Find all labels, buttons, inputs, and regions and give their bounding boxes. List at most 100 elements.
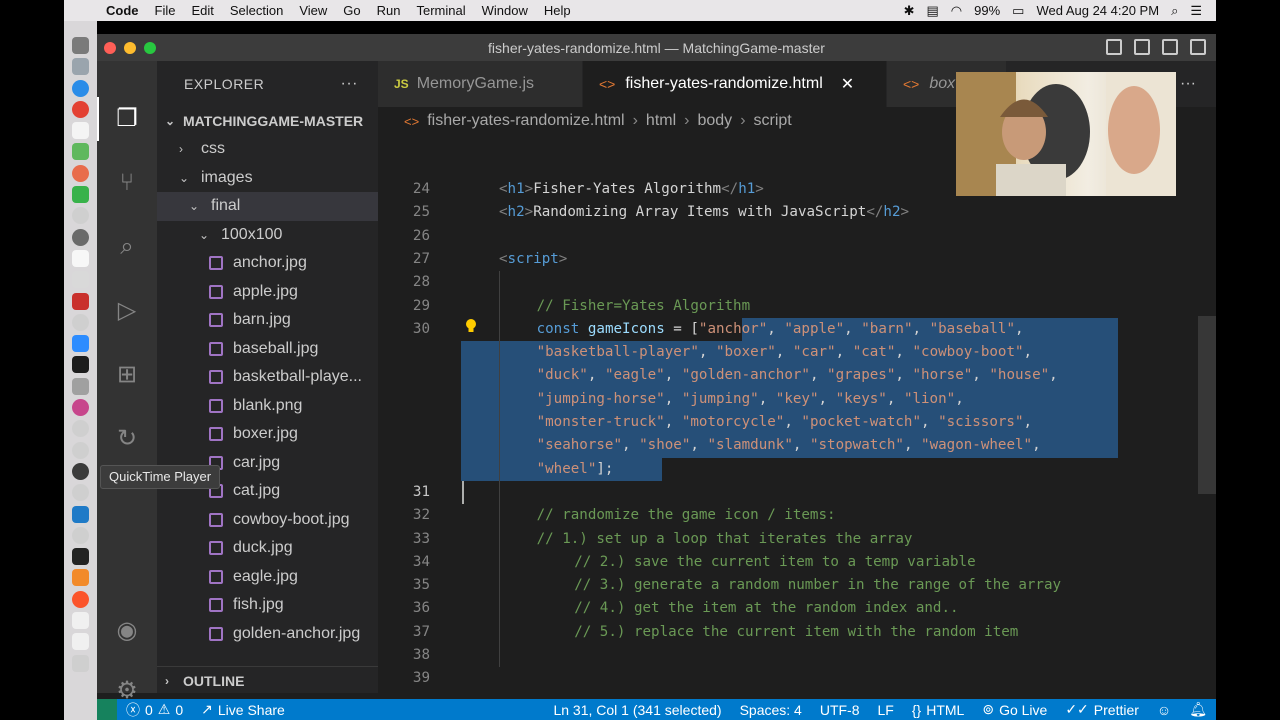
toggle-panel-icon[interactable] — [1134, 39, 1150, 55]
workspace-root[interactable]: ⌄ MATCHINGGAME-MASTER — [157, 107, 378, 135]
help5-icon[interactable] — [72, 526, 89, 544]
clock[interactable]: Wed Aug 24 4:20 PM — [1030, 3, 1165, 18]
maps-icon[interactable] — [72, 143, 89, 161]
code-line[interactable]: 35 // 3.) generate a random number in the… — [378, 574, 1198, 597]
tab-memorygame-js[interactable]: JS MemoryGame.js — [378, 61, 583, 107]
flag-icon[interactable]: ▤ — [920, 3, 944, 19]
photos-icon[interactable] — [72, 164, 89, 182]
help4-icon[interactable] — [72, 484, 89, 502]
messages-icon[interactable] — [72, 186, 89, 204]
menu-window[interactable]: Window — [474, 3, 536, 18]
toggle-sidebar-icon[interactable] — [1106, 39, 1122, 55]
file-item[interactable]: apple.jpg — [157, 278, 378, 307]
maximize-window-button[interactable] — [144, 42, 156, 54]
help3-icon[interactable] — [72, 441, 89, 459]
file-item[interactable]: baseball.jpg — [157, 335, 378, 364]
breadcrumb-body[interactable]: body — [697, 112, 732, 130]
code-line[interactable]: 31 — [378, 481, 1198, 504]
more-actions-icon[interactable]: ··· — [341, 75, 358, 93]
menu-selection[interactable]: Selection — [222, 3, 291, 18]
tab-fisher-yates-randomize-html[interactable]: <> fisher-yates-randomize.html ✕ — [583, 61, 887, 107]
acrobat-icon[interactable] — [72, 292, 89, 310]
folder-item[interactable]: ⌄ images — [157, 164, 378, 193]
tab-more-actions-icon[interactable]: ··· — [1180, 75, 1196, 93]
close-window-button[interactable] — [104, 42, 116, 54]
notes-icon[interactable] — [72, 249, 89, 267]
zoom-icon[interactable] — [72, 335, 89, 353]
sublime-icon[interactable] — [72, 569, 89, 587]
code-line[interactable]: 30 const gameIcons = ["anchor", "apple", … — [378, 318, 1198, 341]
code-line[interactable]: "monster-truck", "motorcycle", "pocket-w… — [378, 411, 1198, 434]
menu-file[interactable]: File — [147, 3, 184, 18]
file-item[interactable]: fish.jpg — [157, 591, 378, 620]
downloads-icon[interactable] — [72, 612, 89, 630]
code-line[interactable]: 27 <script> — [378, 248, 1198, 271]
live-share-icon[interactable]: ↻ — [112, 424, 142, 454]
feedback-icon[interactable]: ☺ — [1148, 701, 1180, 718]
control-center-icon[interactable]: ☰ — [1184, 3, 1208, 19]
trash-icon[interactable] — [72, 654, 89, 672]
code-line[interactable]: "basketball-player", "boxer", "car", "ca… — [378, 341, 1198, 364]
terminal-icon[interactable] — [72, 548, 89, 566]
launchpad-icon[interactable] — [72, 58, 89, 76]
finder-icon[interactable] — [72, 37, 89, 54]
code-line[interactable]: 37 // 5.) replace the current item with t… — [378, 621, 1198, 644]
extensions-icon[interactable]: ⊞ — [112, 360, 142, 390]
spotlight-search-icon[interactable]: ⌕ — [1165, 3, 1184, 19]
folder-item[interactable]: ⌄ final — [157, 192, 378, 221]
code-line[interactable]: 29 // Fisher=Yates Algorithm — [378, 295, 1198, 318]
menu-terminal[interactable]: Terminal — [409, 3, 474, 18]
keyboard-icon[interactable] — [72, 377, 89, 395]
code-editor[interactable]: 24 <h1>Fisher-Yates Algorithm</h1> 25 <h2>R… — [378, 141, 1198, 693]
battery-percent[interactable]: 99% — [968, 3, 1006, 18]
chrome-icon[interactable] — [72, 100, 89, 118]
code-line[interactable]: 28 — [378, 271, 1198, 294]
brave-icon[interactable] — [72, 590, 89, 608]
outline-section[interactable]: › OUTLINE — [157, 666, 378, 695]
code-line[interactable]: 34 // 2.) save the current item to a temp… — [378, 551, 1198, 574]
file-item[interactable]: golden-anchor.jpg — [157, 620, 378, 649]
code-line[interactable]: "seahorse", "shoe", "slamdunk", "stopwat… — [378, 434, 1198, 457]
cursor-position[interactable]: Ln 31, Col 1 (341 selected) — [544, 701, 730, 718]
breadcrumb-file[interactable]: fisher-yates-randomize.html — [427, 112, 624, 130]
quicktime-icon[interactable] — [72, 462, 89, 480]
unknown-app-icon[interactable] — [72, 313, 89, 331]
account-icon[interactable]: ◉ — [112, 616, 142, 646]
code-line[interactable]: "jumping-horse", "jumping", "key", "keys… — [378, 388, 1198, 411]
end-of-line[interactable]: LF — [869, 701, 903, 718]
code-line[interactable]: 32 // randomize the game icon / items: — [378, 504, 1198, 527]
file-item[interactable]: eagle.jpg — [157, 563, 378, 592]
file-item[interactable]: blank.png — [157, 392, 378, 421]
code-line[interactable]: 40 </script> — [378, 691, 1198, 693]
code-line[interactable]: 25 <h2>Randomizing Array Items with JavaS… — [378, 201, 1198, 224]
code-line[interactable]: "duck", "eagle", "golden-anchor", "grape… — [378, 364, 1198, 387]
close-tab-icon[interactable]: ✕ — [841, 74, 854, 94]
file-item[interactable]: basketball-playe... — [157, 363, 378, 392]
minimize-window-button[interactable] — [124, 42, 136, 54]
folder-icon[interactable] — [72, 633, 89, 651]
lightbulb-icon[interactable] — [464, 318, 478, 334]
explorer-icon[interactable]: ❐ — [112, 104, 142, 134]
code-line[interactable]: 39 — [378, 667, 1198, 690]
live-share-button[interactable]: ↗ Live Share — [192, 701, 294, 718]
calendar-icon[interactable] — [72, 122, 89, 140]
code-line[interactable]: 36 // 4.) get the item at the random inde… — [378, 597, 1198, 620]
menu-app-name[interactable]: Code — [98, 3, 147, 18]
creative-cloud-icon[interactable] — [72, 399, 89, 417]
menu-help[interactable]: Help — [536, 3, 579, 18]
language-mode[interactable]: {} HTML — [903, 701, 973, 718]
encoding[interactable]: UTF-8 — [811, 701, 869, 718]
code-line[interactable]: 26 — [378, 225, 1198, 248]
help-icon[interactable] — [72, 207, 89, 225]
file-item[interactable]: barn.jpg — [157, 306, 378, 335]
file-item[interactable]: duck.jpg — [157, 534, 378, 563]
battery-icon[interactable]: ▭ — [1006, 3, 1030, 19]
code-line[interactable]: 33 // 1.) set up a loop that iterates the… — [378, 528, 1198, 551]
file-item[interactable]: anchor.jpg — [157, 249, 378, 278]
folder-item[interactable]: › css — [157, 135, 378, 164]
bluetooth-icon[interactable]: ✱ — [898, 3, 921, 19]
breadcrumb-html[interactable]: html — [646, 112, 676, 130]
vscode-dock-icon[interactable] — [72, 505, 89, 523]
search-icon[interactable]: ⌕ — [112, 232, 142, 262]
reader-icon[interactable] — [72, 356, 89, 374]
